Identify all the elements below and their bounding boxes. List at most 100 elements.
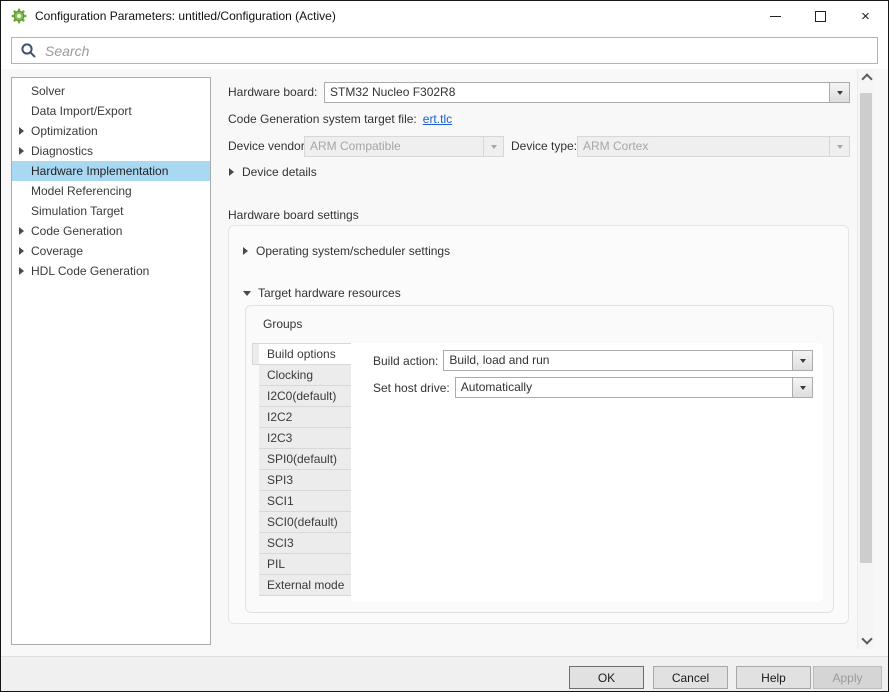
device-type-combo[interactable]: ARM Cortex — [577, 136, 850, 157]
device-vendor-label: Device vendor: — [228, 136, 308, 157]
target-file-row: Code Generation system target file: ert.t… — [228, 112, 452, 126]
sidebar-item-data-import-export[interactable]: Data Import/Export — [12, 101, 210, 121]
sidebar-item-simulation-target[interactable]: Simulation Target — [12, 201, 210, 221]
search-bar — [11, 37, 878, 64]
cancel-button[interactable]: Cancel — [653, 666, 728, 689]
group-item-sci3[interactable]: SCI3 — [259, 533, 351, 554]
group-item-sci1[interactable]: SCI1 — [259, 491, 351, 512]
dropdown-button[interactable] — [792, 378, 812, 397]
apply-button[interactable]: Apply — [813, 666, 882, 689]
expand-arrow-icon[interactable] — [19, 227, 24, 235]
device-details-expander[interactable]: Device details — [229, 165, 317, 179]
search-input[interactable] — [43, 42, 877, 60]
target-hardware-resources-label: Target hardware resources — [258, 286, 401, 300]
group-item-external-mode[interactable]: External mode — [259, 575, 351, 596]
simulink-gear-icon — [11, 8, 27, 24]
maximize-button[interactable] — [798, 1, 843, 31]
expand-arrow-icon[interactable] — [19, 247, 24, 255]
window-title: Configuration Parameters: untitled/Confi… — [35, 1, 336, 31]
configuration-parameters-window: Configuration Parameters: untitled/Confi… — [0, 0, 889, 692]
hardware-board-combo[interactable]: STM32 Nucleo F302R8 — [324, 82, 850, 103]
sidebar-item-code-generation[interactable]: Code Generation — [12, 221, 210, 241]
group-item-pil[interactable]: PIL — [259, 554, 351, 575]
dropdown-button[interactable] — [829, 83, 849, 102]
build-action-combo[interactable]: Build, load and run — [443, 350, 813, 371]
groups-list: Build options Clocking I2C0(default) I2C… — [259, 343, 351, 596]
expand-arrow-icon[interactable] — [19, 147, 24, 155]
chevron-down-icon — [800, 386, 806, 390]
sidebar-item-label: Data Import/Export — [31, 104, 132, 118]
chevron-down-icon — [800, 359, 806, 363]
sidebar-item-optimization[interactable]: Optimization — [12, 121, 210, 141]
device-vendor-combo[interactable]: ARM Compatible — [304, 136, 504, 157]
dropdown-button[interactable] — [483, 137, 503, 156]
search-icon — [20, 42, 37, 59]
group-item-build-options[interactable]: Build options — [259, 344, 351, 365]
close-button[interactable]: × — [843, 1, 888, 31]
category-tree: Solver Data Import/Export Optimization D… — [11, 77, 211, 645]
groups-title: Groups — [263, 317, 302, 331]
group-item-i2c2[interactable]: I2C2 — [259, 407, 351, 428]
expand-arrow-icon[interactable] — [243, 247, 248, 255]
sidebar-item-hardware-implementation[interactable]: Hardware Implementation — [12, 161, 210, 181]
os-scheduler-expander[interactable]: Operating system/scheduler settings — [243, 244, 450, 258]
sidebar-item-hdl-code-generation[interactable]: HDL Code Generation — [12, 261, 210, 281]
sidebar-item-label: Simulation Target — [31, 204, 124, 218]
hardware-board-label: Hardware board: — [228, 82, 317, 103]
button-bar: OK Cancel Help Apply — [1, 656, 888, 692]
minimize-button[interactable] — [753, 1, 798, 31]
vertical-scrollbar[interactable] — [857, 69, 874, 649]
sidebar-item-label: Code Generation — [31, 224, 122, 238]
close-icon: × — [861, 9, 870, 24]
device-type-label: Device type: — [511, 136, 577, 157]
set-host-drive-label: Set host drive: — [373, 381, 450, 395]
ert-tlc-link[interactable]: ert.tlc — [423, 112, 452, 126]
device-details-label: Device details — [242, 165, 317, 179]
collapse-arrow-icon[interactable] — [243, 291, 251, 296]
target-hardware-resources-group: Groups Build options Clocking I2C0(defau… — [245, 305, 834, 613]
target-file-label: Code Generation system target file: — [228, 112, 417, 126]
scrollbar-thumb[interactable] — [860, 93, 872, 563]
hardware-board-settings-title: Hardware board settings — [228, 205, 359, 226]
os-scheduler-label: Operating system/scheduler settings — [256, 244, 450, 258]
device-type-value: ARM Cortex — [578, 137, 829, 156]
group-item-spi0[interactable]: SPI0(default) — [259, 449, 351, 470]
window-controls: × — [753, 1, 888, 31]
sidebar-item-solver[interactable]: Solver — [12, 81, 210, 101]
chevron-down-icon — [491, 145, 497, 149]
help-button[interactable]: Help — [736, 666, 811, 689]
group-item-sci0[interactable]: SCI0(default) — [259, 512, 351, 533]
sidebar-item-label: Diagnostics — [31, 144, 93, 158]
build-options-pane: Build action: Build, load and run Set ho… — [351, 343, 823, 602]
group-item-clocking[interactable]: Clocking — [259, 365, 351, 386]
expand-arrow-icon[interactable] — [19, 267, 24, 275]
expand-arrow-icon[interactable] — [19, 127, 24, 135]
sidebar-item-label: Optimization — [31, 124, 98, 138]
sidebar-item-label: Coverage — [31, 244, 83, 258]
ok-button[interactable]: OK — [569, 666, 644, 689]
group-item-spi3[interactable]: SPI3 — [259, 470, 351, 491]
target-hardware-resources-expander[interactable]: Target hardware resources — [243, 286, 401, 300]
dropdown-button[interactable] — [792, 351, 812, 370]
titlebar: Configuration Parameters: untitled/Confi… — [1, 1, 888, 31]
sidebar-item-label: Model Referencing — [31, 184, 132, 198]
set-host-drive-combo[interactable]: Automatically — [455, 377, 813, 398]
scroll-down-icon[interactable] — [861, 633, 872, 644]
set-host-drive-value: Automatically — [456, 378, 792, 397]
expand-arrow-icon[interactable] — [229, 168, 234, 176]
minimize-icon — [770, 16, 781, 17]
chevron-down-icon — [837, 91, 843, 95]
group-item-i2c0[interactable]: I2C0(default) — [259, 386, 351, 407]
scroll-up-icon[interactable] — [861, 73, 872, 84]
maximize-icon — [815, 11, 826, 22]
build-action-label: Build action: — [373, 354, 438, 368]
dropdown-button[interactable] — [829, 137, 849, 156]
group-item-i2c3[interactable]: I2C3 — [259, 428, 351, 449]
sidebar-item-coverage[interactable]: Coverage — [12, 241, 210, 261]
chevron-down-icon — [837, 145, 843, 149]
sidebar-item-diagnostics[interactable]: Diagnostics — [12, 141, 210, 161]
build-action-value: Build, load and run — [444, 351, 792, 370]
sidebar-item-label: Solver — [31, 84, 65, 98]
sidebar-item-model-referencing[interactable]: Model Referencing — [12, 181, 210, 201]
device-vendor-value: ARM Compatible — [305, 137, 483, 156]
